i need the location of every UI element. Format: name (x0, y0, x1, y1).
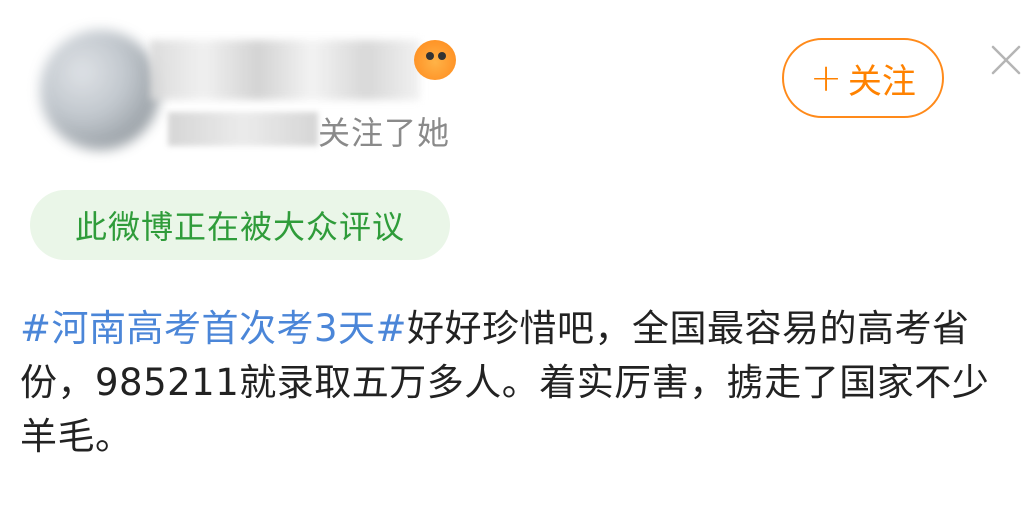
avatar[interactable] (40, 30, 160, 150)
follow-button[interactable]: + 关注 (782, 38, 944, 118)
follower-count-blurred (168, 112, 318, 146)
close-icon[interactable] (990, 44, 1022, 76)
badge-eye-right (438, 52, 446, 60)
follower-text: 关注了她 (318, 114, 451, 152)
user-badge-icon (414, 40, 456, 80)
public-review-tag-label: 此微博正在被大众评议 (74, 208, 405, 246)
follow-button-label: 关注 (847, 61, 916, 102)
public-review-tag[interactable]: 此微博正在被大众评议 (30, 190, 450, 260)
plus-icon: + (810, 56, 842, 100)
topic-link[interactable]: #河南高考首次考3天# (20, 307, 407, 350)
badge-eye-left (426, 52, 434, 60)
post-text: #河南高考首次考3天#好好珍惜吧，全国最容易的高考省份，985211就录取五万多… (20, 302, 1020, 464)
username-blurred[interactable] (150, 40, 420, 100)
